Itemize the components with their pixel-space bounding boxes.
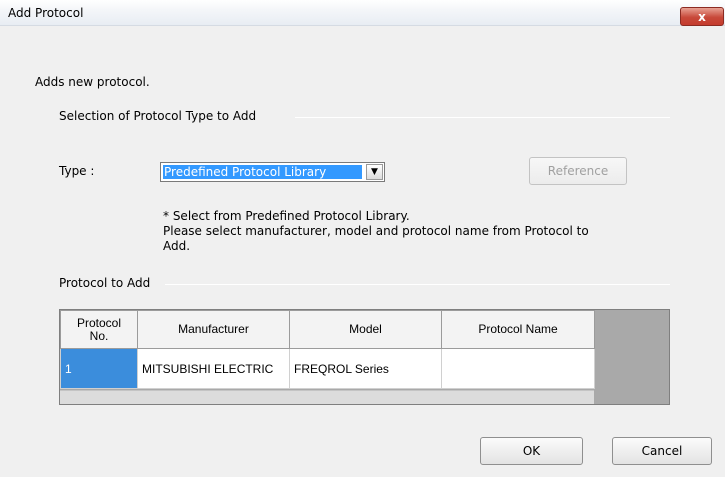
header-protocol-no[interactable]: Protocol No. [60,310,138,349]
note-line-1: * Select from Predefined Protocol Librar… [163,209,410,223]
table-row[interactable]: 1 MITSUBISHI ELECTRIC FREQROL Series [60,348,595,389]
cell-protocol-no[interactable]: 1 [60,348,138,389]
reference-button[interactable]: Reference [529,157,627,185]
selection-group-divider [295,117,670,118]
close-button[interactable]: x [680,7,724,26]
title-bar: Add Protocol x [0,0,725,26]
reference-button-label: Reference [547,164,609,178]
header-protocol-no-line1: Protocol [76,315,122,330]
cell-protocol-name[interactable] [441,348,595,389]
dropdown-arrow-icon[interactable]: ▼ [366,164,383,180]
dialog-description: Adds new protocol. [35,75,150,89]
ok-button[interactable]: OK [480,437,583,465]
grid-footer-strip [60,390,594,404]
protocol-grid[interactable]: Protocol No. Manufacturer Model Protocol… [59,309,670,405]
protocol-group-label: Protocol to Add [59,276,151,290]
protocol-type-select[interactable]: Predefined Protocol Library ▼ [160,162,385,182]
header-protocol-no-line2: No. [89,328,109,343]
header-protocol-name[interactable]: Protocol Name [441,310,595,349]
cancel-button[interactable]: Cancel [612,437,712,465]
note-line-3: Add. [163,239,191,253]
note-line-2: Please select manufacturer, model and pr… [163,224,589,238]
type-label: Type : [59,164,95,178]
cell-model[interactable]: FREQROL Series [289,348,442,389]
cancel-button-label: Cancel [641,444,683,458]
ok-button-label: OK [522,444,541,458]
protocol-table: Protocol No. Manufacturer Model Protocol… [60,310,595,389]
selection-group-label: Selection of Protocol Type to Add [59,109,257,123]
header-manufacturer[interactable]: Manufacturer [137,310,290,349]
close-icon: x [698,9,706,24]
window-title: Add Protocol [8,6,84,20]
protocol-group-divider [165,284,670,285]
header-model[interactable]: Model [289,310,442,349]
protocol-type-value: Predefined Protocol Library [163,165,362,179]
cell-manufacturer[interactable]: MITSUBISHI ELECTRIC [137,348,290,389]
